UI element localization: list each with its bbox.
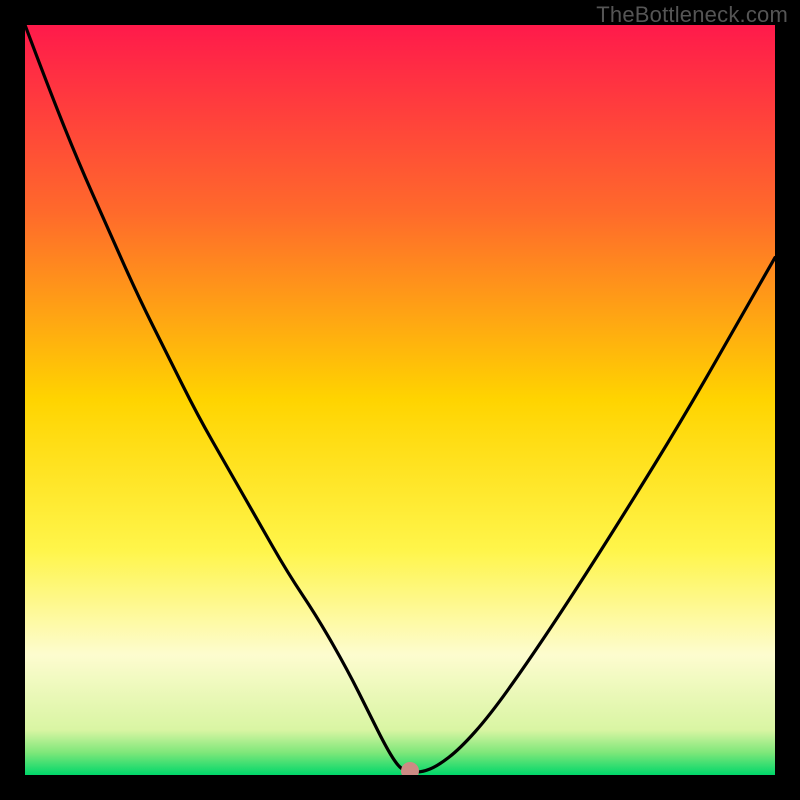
plot-area <box>25 25 775 775</box>
minimum-marker <box>401 762 419 775</box>
curve-layer <box>25 25 775 775</box>
bottleneck-curve <box>25 25 775 772</box>
chart-frame: TheBottleneck.com <box>0 0 800 800</box>
